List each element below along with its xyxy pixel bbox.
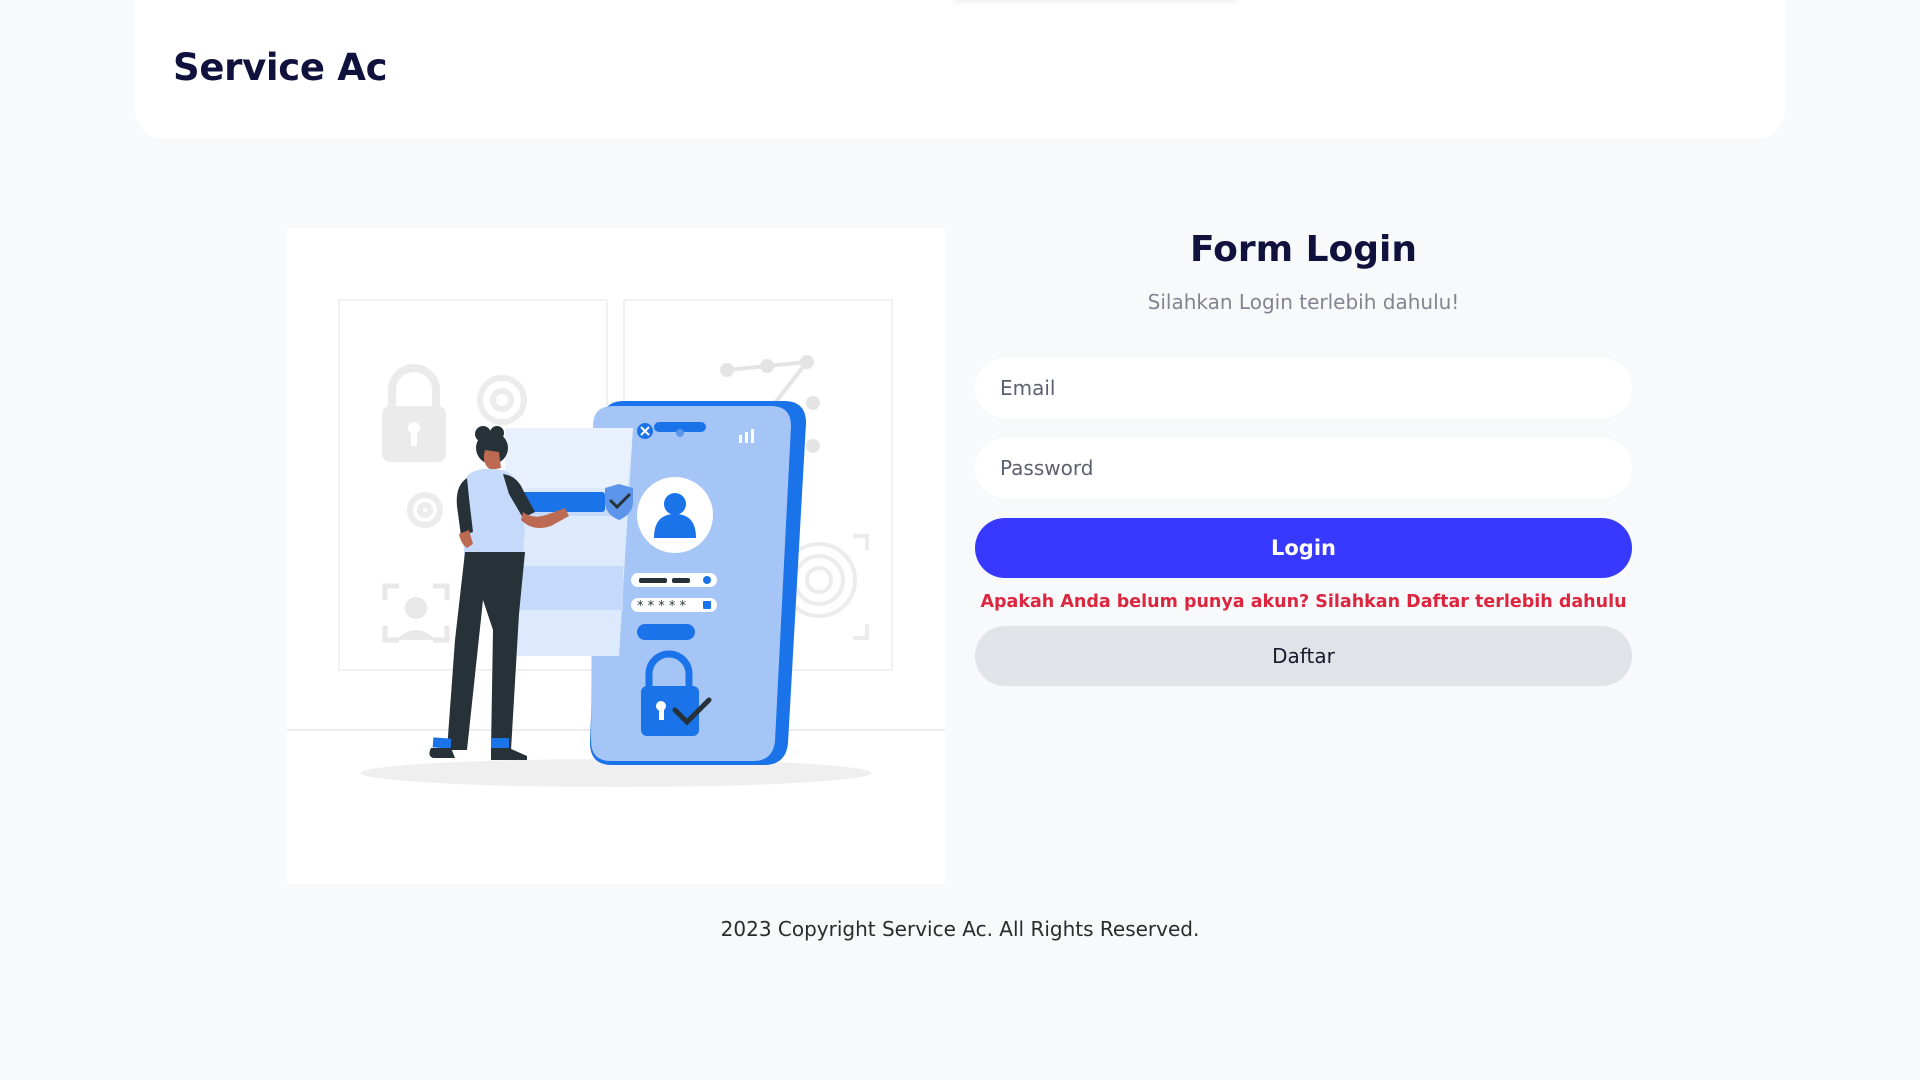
- email-field[interactable]: [975, 358, 1632, 418]
- illustration-svg: * * * * *: [287, 299, 945, 787]
- svg-text:* * * * *: * * * * *: [637, 599, 687, 614]
- brand-title[interactable]: Service Ac: [173, 46, 388, 89]
- top-header: Service Ac: [135, 0, 1785, 139]
- secure-login-illustration: * * * * *: [287, 228, 945, 884]
- login-button[interactable]: Login: [975, 518, 1632, 578]
- login-form: Form Login Silahkan Login terlebih dahul…: [975, 228, 1632, 686]
- password-field[interactable]: [975, 438, 1632, 498]
- form-subtitle: Silahkan Login terlebih dahulu!: [1147, 290, 1460, 314]
- register-prompt: Apakah Anda belum punya akun? Silahkan D…: [980, 592, 1627, 612]
- footer-copyright: 2023 Copyright Service Ac. All Rights Re…: [720, 917, 1200, 941]
- register-button[interactable]: Daftar: [975, 626, 1632, 686]
- form-title: Form Login: [1189, 229, 1418, 270]
